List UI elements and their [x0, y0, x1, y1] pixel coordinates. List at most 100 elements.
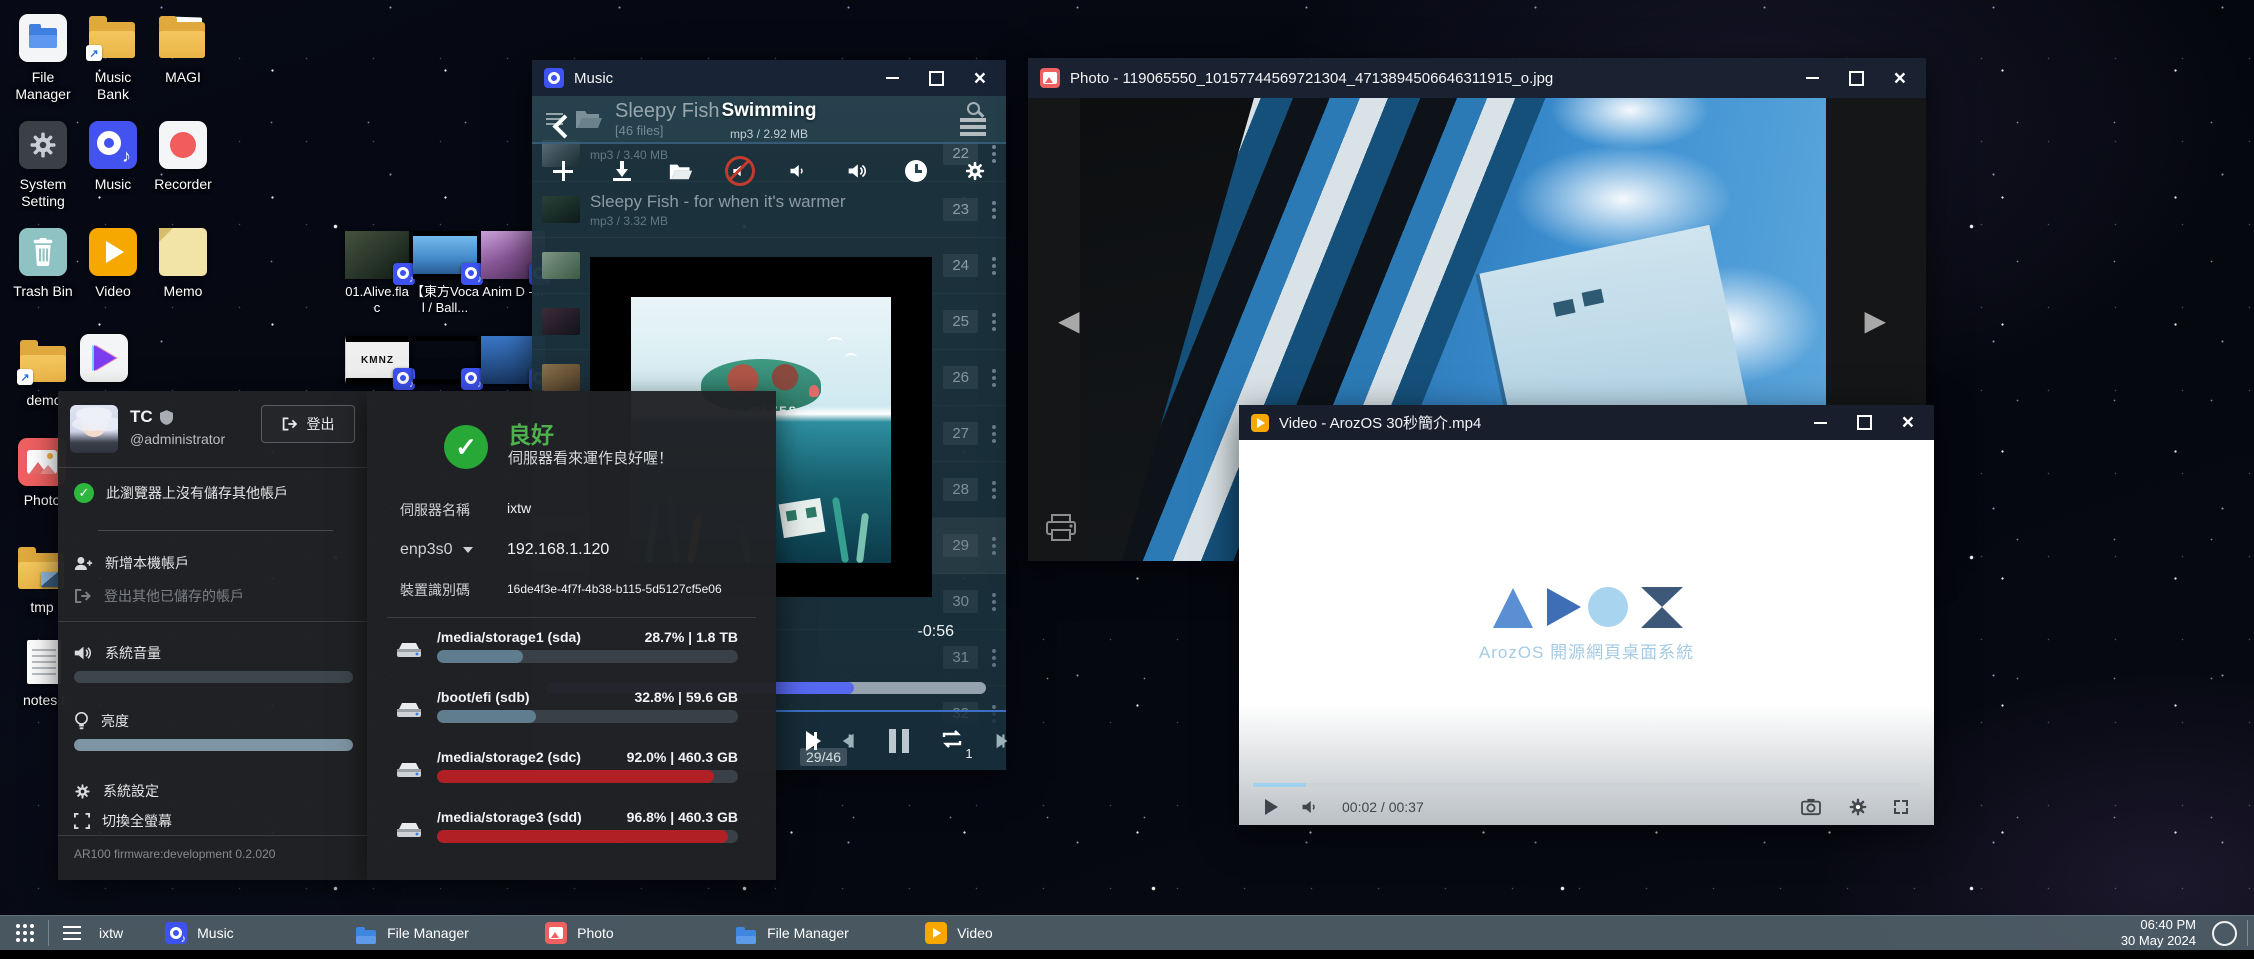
server-status-message: 伺服器看來運作良好喔！: [508, 447, 673, 468]
minimize-button[interactable]: [886, 77, 899, 79]
storage-bar: [437, 710, 738, 723]
disk-drive-icon: [395, 761, 423, 779]
logout-button[interactable]: 登出: [261, 405, 355, 443]
taskbar-item-file-manager-2[interactable]: File Manager: [735, 918, 925, 948]
taskbar-item-music[interactable]: Music: [165, 918, 355, 948]
volume-slider[interactable]: [74, 671, 353, 683]
arozos-logo: [1491, 580, 1683, 632]
desktop-icon-memo[interactable]: Memo: [148, 228, 218, 335]
now-playing-title: Swimming: [532, 100, 1006, 122]
logout-icon: [74, 589, 92, 603]
maximize-button[interactable]: [1857, 415, 1872, 430]
add-button[interactable]: [550, 158, 576, 184]
pause-button[interactable]: [889, 729, 909, 753]
app-launcher-icon[interactable]: [16, 924, 34, 942]
volume-up-button[interactable]: [844, 158, 870, 184]
window-title: Photo - 119065550_10157744569721304_4713…: [1070, 70, 1553, 87]
desktop-icon-music-bank[interactable]: ↗ Music Bank: [78, 14, 148, 121]
desktop-media-file[interactable]: 【東方Vocal / Ball...: [413, 231, 477, 336]
photo-app-icon: [545, 922, 567, 944]
fullscreen-icon[interactable]: [1894, 800, 1908, 814]
taskbar-clock[interactable]: 06:40 PM 30 May 2024: [2121, 917, 2196, 950]
music-app-icon: [165, 922, 187, 944]
open-folder-button[interactable]: [668, 158, 694, 184]
user-handle: @administrator: [130, 431, 225, 447]
brightness-item: 亮度: [74, 711, 353, 731]
close-button[interactable]: ×: [974, 68, 986, 89]
bottom-strip: [0, 950, 2254, 959]
network-interface[interactable]: enp3s0: [400, 541, 473, 559]
desktop-icon-recorder[interactable]: Recorder: [148, 121, 218, 228]
toggle-fullscreen-item[interactable]: 切換全螢幕: [74, 811, 353, 831]
desktop-icon-system-setting[interactable]: System Setting: [8, 121, 78, 228]
volume-icon[interactable]: [1300, 798, 1320, 816]
download-button[interactable]: [609, 158, 635, 184]
mute-button[interactable]: [727, 158, 753, 184]
taskbar-item-video[interactable]: Video: [925, 918, 1115, 948]
storage-row: /media/storage2 (sdc) 92.0% | 460.3 GB: [367, 749, 776, 809]
play-button[interactable]: [1265, 799, 1278, 815]
play-icon: [89, 228, 137, 276]
record-circle-icon: [159, 121, 207, 169]
video-settings-icon[interactable]: [1848, 797, 1868, 817]
settings-button[interactable]: [962, 158, 988, 184]
logout-icon: [282, 417, 298, 431]
desktop-icon-label: Trash Bin: [13, 283, 72, 300]
clock-date: 30 May 2024: [2121, 933, 2196, 949]
window-title: Music: [574, 70, 613, 87]
video-player[interactable]: ArozOS 開源網頁桌面系統 00:02 / 00:37: [1239, 440, 1934, 825]
previous-photo-button[interactable]: ◀: [1058, 304, 1080, 337]
minimize-button[interactable]: [1806, 77, 1819, 79]
taskbar-menu-icon[interactable]: [63, 926, 81, 941]
skip-button[interactable]: [996, 733, 1004, 749]
check-icon: ✓: [74, 483, 94, 503]
close-button[interactable]: ×: [1894, 68, 1906, 89]
music-titlebar[interactable]: Music ×: [532, 60, 1006, 96]
snapshot-camera-icon[interactable]: [1800, 798, 1822, 816]
brightness-slider[interactable]: [74, 739, 353, 751]
print-icon[interactable]: [1044, 513, 1078, 543]
storage-list: /media/storage1 (sda) 28.7% | 1.8 TB /bo…: [367, 629, 776, 869]
music-app-badge-icon: [461, 368, 483, 390]
taskbar-item-photo[interactable]: Photo: [545, 918, 735, 948]
file-manager-icon: [735, 926, 757, 948]
desktop-icon-music[interactable]: ♪ Music: [78, 121, 148, 228]
maximize-button[interactable]: [1849, 71, 1864, 86]
desktop-icon-media-player[interactable]: [74, 334, 134, 388]
video-titlebar[interactable]: Video - ArozOS 30秒簡介.mp4 ×: [1239, 405, 1934, 440]
power-icon[interactable]: [2212, 921, 2237, 946]
next-photo-button[interactable]: ▶: [1864, 304, 1886, 337]
volume-down-button[interactable]: [785, 158, 811, 184]
time-remaining: -0:56: [918, 623, 954, 641]
hostname-value: ixtw: [507, 500, 531, 516]
brightness-slider-fill: [74, 739, 353, 751]
maximize-button[interactable]: [929, 71, 944, 86]
sleep-timer-button[interactable]: [903, 158, 929, 184]
minimize-button[interactable]: [1814, 422, 1827, 424]
video-seek-bar[interactable]: [1253, 783, 1920, 787]
logout-saved-accounts-item[interactable]: 登出其他已儲存的帳戶: [74, 586, 353, 606]
hostname-indicator[interactable]: ixtw: [99, 925, 123, 941]
close-button[interactable]: ×: [1902, 412, 1914, 433]
storage-mount: /boot/efi (sdb): [437, 689, 530, 705]
desktop-icon-video[interactable]: Video: [78, 228, 148, 335]
media-file-label: 【東方Vocal / Ball...: [411, 284, 479, 315]
hostname-label: 伺服器名稱: [400, 500, 470, 520]
desktop-media-file[interactable]: 01.Alive.flac: [345, 231, 409, 336]
video-app-icon: [1251, 414, 1269, 432]
desktop-icon-trash-bin[interactable]: Trash Bin: [8, 228, 78, 335]
photo-titlebar[interactable]: Photo - 119065550_10157744569721304_4713…: [1028, 58, 1926, 98]
previous-track-button[interactable]: [849, 733, 857, 749]
add-local-account-item[interactable]: 新增本機帳戶: [74, 553, 353, 573]
desktop-icon-label: MAGI: [165, 69, 201, 86]
system-settings-item[interactable]: 系統設定: [74, 781, 353, 801]
avatar[interactable]: [70, 405, 118, 453]
repeat-button[interactable]: 1: [939, 728, 965, 755]
desktop-icon-file-manager[interactable]: File Manager: [8, 14, 78, 121]
desktop-icon-magi[interactable]: MAGI: [148, 14, 218, 121]
desktop-icon-label: System Setting: [8, 176, 78, 210]
taskbar-item-file-manager[interactable]: File Manager: [355, 918, 545, 948]
desktop-icon-label: tmp: [30, 599, 53, 616]
status-check-icon: ✓: [444, 425, 488, 469]
photo-app-icon: [1040, 68, 1060, 88]
